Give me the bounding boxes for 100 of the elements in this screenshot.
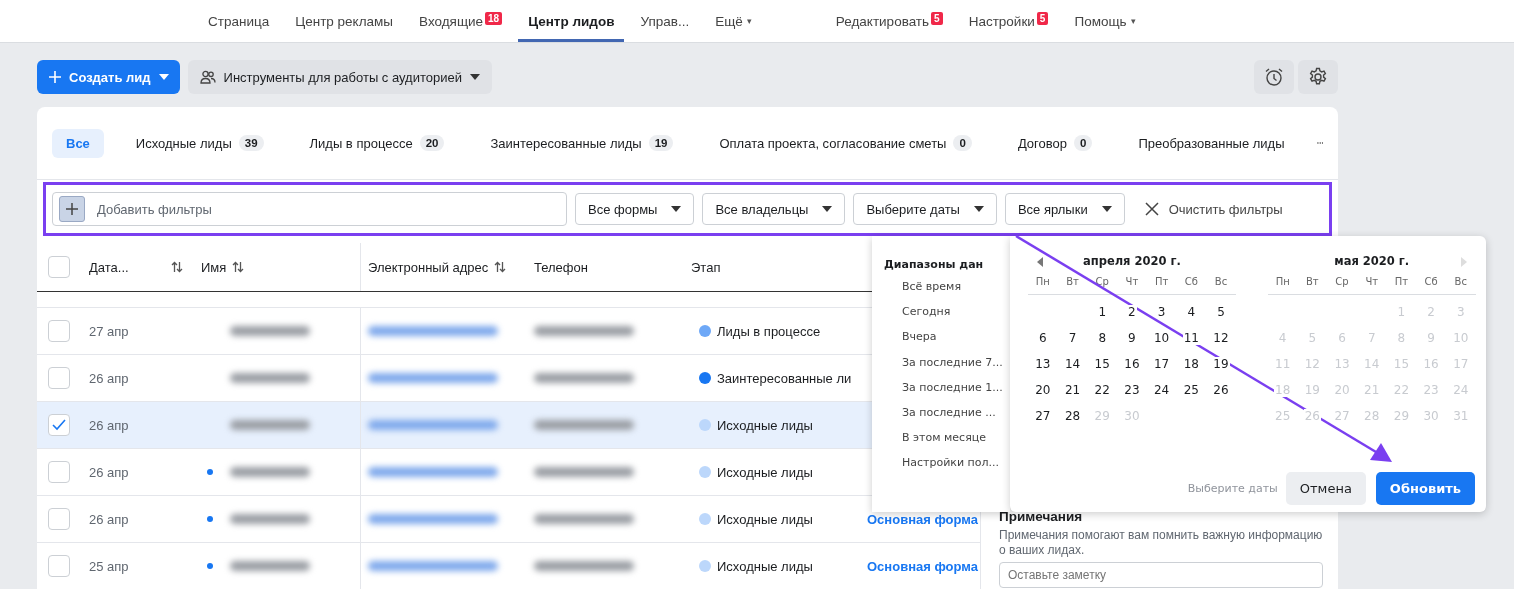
stage-tab[interactable]: Преобразованные лиды bbox=[1124, 128, 1299, 158]
range-option[interactable]: За последние 7... bbox=[884, 353, 1010, 379]
column-header[interactable]: Имя bbox=[201, 259, 245, 275]
caret-icon bbox=[822, 206, 833, 212]
calendar-day[interactable]: 15 bbox=[1093, 357, 1111, 371]
calendar-day[interactable]: 20 bbox=[1034, 383, 1052, 397]
row-checkbox[interactable] bbox=[48, 367, 70, 389]
calendar-day[interactable]: 21 bbox=[1063, 383, 1082, 397]
calendar-day[interactable]: 4 bbox=[1186, 305, 1197, 319]
cancel-button[interactable]: Отмена bbox=[1285, 472, 1366, 505]
stage-tab[interactable]: Оплата проекта, согласование сметы 0 bbox=[705, 128, 986, 158]
calendar-day[interactable]: 9 bbox=[1127, 331, 1137, 345]
caret-icon bbox=[158, 74, 169, 80]
reminder-button[interactable] bbox=[1254, 60, 1294, 94]
calendar-day[interactable]: 24 bbox=[1152, 383, 1171, 397]
notes-title: Примечания bbox=[999, 509, 1084, 524]
calendar-day[interactable]: 6 bbox=[1038, 331, 1048, 345]
filter-dropdown[interactable]: Все ярлыки bbox=[1004, 193, 1125, 225]
range-option[interactable]: За последние ... bbox=[884, 403, 1010, 430]
stage-tab[interactable]: Все bbox=[52, 128, 104, 158]
calendar-day[interactable]: 2 bbox=[1127, 305, 1137, 319]
calendar-day[interactable]: 28 bbox=[1063, 409, 1082, 423]
audience-tools-button[interactable]: Инструменты для работы с аудиторией bbox=[187, 60, 492, 94]
range-option[interactable]: Всё время bbox=[884, 278, 1010, 304]
note-input[interactable]: Оставьте заметку bbox=[999, 562, 1323, 588]
range-option[interactable]: Вчера bbox=[884, 328, 1010, 354]
stage-tab[interactable]: Лиды в процессе 20 bbox=[295, 128, 459, 158]
calendar-day[interactable]: 12 bbox=[1212, 331, 1230, 345]
calendar-day[interactable]: 13 bbox=[1034, 357, 1052, 371]
column-header[interactable]: Дата... bbox=[89, 259, 183, 275]
sort-icon[interactable] bbox=[494, 261, 507, 273]
filter-box[interactable]: Добавить фильтры bbox=[52, 192, 567, 226]
stage-tab[interactable]: Договор 0 bbox=[1003, 128, 1107, 158]
calendar-day[interactable]: 8 bbox=[1097, 331, 1108, 345]
calendar-day[interactable]: 18 bbox=[1182, 357, 1200, 371]
row-checkbox[interactable] bbox=[48, 461, 70, 483]
calendar-day[interactable]: 27 bbox=[1034, 409, 1052, 423]
select-all-checkbox[interactable] bbox=[48, 256, 70, 278]
nav-tab[interactable]: Центр рекламы bbox=[285, 0, 404, 42]
calendar-day[interactable]: 23 bbox=[1123, 383, 1141, 397]
stage-tab[interactable]: Заинтересованные лиды 19 bbox=[476, 128, 688, 158]
calendar-day[interactable]: 7 bbox=[1067, 331, 1078, 345]
nav-tab[interactable]: Настройки 5 bbox=[958, 0, 1059, 42]
column-header[interactable]: Этап bbox=[691, 259, 721, 275]
weekday-label: Чт bbox=[1124, 276, 1140, 289]
stage-text: Лиды в процессе bbox=[717, 323, 821, 339]
row-checkbox[interactable] bbox=[48, 414, 70, 436]
calendar-day[interactable]: 3 bbox=[1156, 305, 1167, 319]
count-badge: 0 bbox=[953, 135, 972, 151]
calendar-day[interactable]: 25 bbox=[1182, 383, 1200, 397]
calendar-day[interactable]: 5 bbox=[1216, 305, 1226, 319]
weekday-label: Пт bbox=[1153, 276, 1170, 289]
create-lead-button[interactable]: Создать лид bbox=[37, 60, 180, 94]
form-link[interactable]: Основная форма bbox=[867, 511, 978, 527]
range-option[interactable]: Сегодня bbox=[884, 303, 1010, 329]
previous-month-icon[interactable] bbox=[1037, 257, 1043, 267]
nav-tab[interactable]: Входящие 18 bbox=[409, 0, 513, 42]
row-checkbox[interactable] bbox=[48, 320, 70, 342]
nav-tab[interactable]: Центр лидов bbox=[518, 0, 625, 42]
nav-tab[interactable]: Страница bbox=[198, 0, 280, 42]
range-option[interactable]: За последние 1... bbox=[884, 378, 1010, 404]
nav-tab[interactable]: Ещё ▾ bbox=[705, 0, 762, 42]
stage-text: Исходные лиды bbox=[717, 464, 813, 480]
calendar-day[interactable]: 19 bbox=[1212, 357, 1230, 371]
calendar-day[interactable]: 26 bbox=[1212, 383, 1230, 397]
form-link[interactable]: Основная форма bbox=[867, 558, 978, 574]
calendar-day[interactable]: 17 bbox=[1152, 357, 1171, 371]
range-option[interactable]: Настройки пол... bbox=[884, 454, 1010, 480]
more-icon[interactable] bbox=[1316, 141, 1323, 145]
calendar-day[interactable]: 16 bbox=[1123, 357, 1141, 371]
calendar-day[interactable]: 14 bbox=[1063, 357, 1082, 371]
range-option[interactable]: В этом месяце bbox=[884, 429, 1010, 455]
add-filter-button[interactable] bbox=[59, 196, 85, 222]
nav-tab[interactable]: Управ... bbox=[630, 0, 700, 42]
filter-dropdown[interactable]: Все владельцы bbox=[702, 193, 846, 225]
caret-icon bbox=[671, 206, 682, 212]
close-icon bbox=[1144, 202, 1159, 216]
column-header[interactable]: Телефон bbox=[534, 259, 588, 275]
update-button[interactable]: Обновить bbox=[1375, 472, 1475, 505]
filter-dropdown[interactable]: Все формы bbox=[575, 193, 695, 225]
column-header[interactable]: Электронный адрес bbox=[368, 259, 507, 275]
sort-icon[interactable] bbox=[232, 261, 245, 273]
calendar-day[interactable]: 22 bbox=[1093, 383, 1111, 397]
nav-tab[interactable]: Редактировать 5 bbox=[825, 0, 953, 42]
weekday-label: Пн bbox=[1274, 276, 1291, 289]
stage-tab[interactable]: Исходные лиды 39 bbox=[121, 128, 278, 158]
row-checkbox[interactable] bbox=[48, 555, 70, 577]
calendar-day[interactable]: 1 bbox=[1097, 305, 1108, 319]
weekday-label: Вс bbox=[1453, 276, 1468, 289]
clear-filters-button[interactable]: Очистить фильтры bbox=[1138, 200, 1289, 218]
calendar-day[interactable]: 10 bbox=[1152, 331, 1171, 345]
settings-icon bbox=[1308, 67, 1328, 87]
calendar-day[interactable]: 11 bbox=[1182, 331, 1200, 345]
nav-tab[interactable]: Помощь ▾ bbox=[1064, 0, 1146, 42]
row-checkbox[interactable] bbox=[48, 508, 70, 530]
weekday-label: Пн bbox=[1034, 276, 1051, 289]
settings-button[interactable] bbox=[1298, 60, 1338, 94]
filter-dropdown[interactable]: Выберите даты bbox=[853, 193, 997, 225]
weekday-label: Ср bbox=[1094, 276, 1110, 289]
sort-icon[interactable] bbox=[170, 261, 183, 273]
